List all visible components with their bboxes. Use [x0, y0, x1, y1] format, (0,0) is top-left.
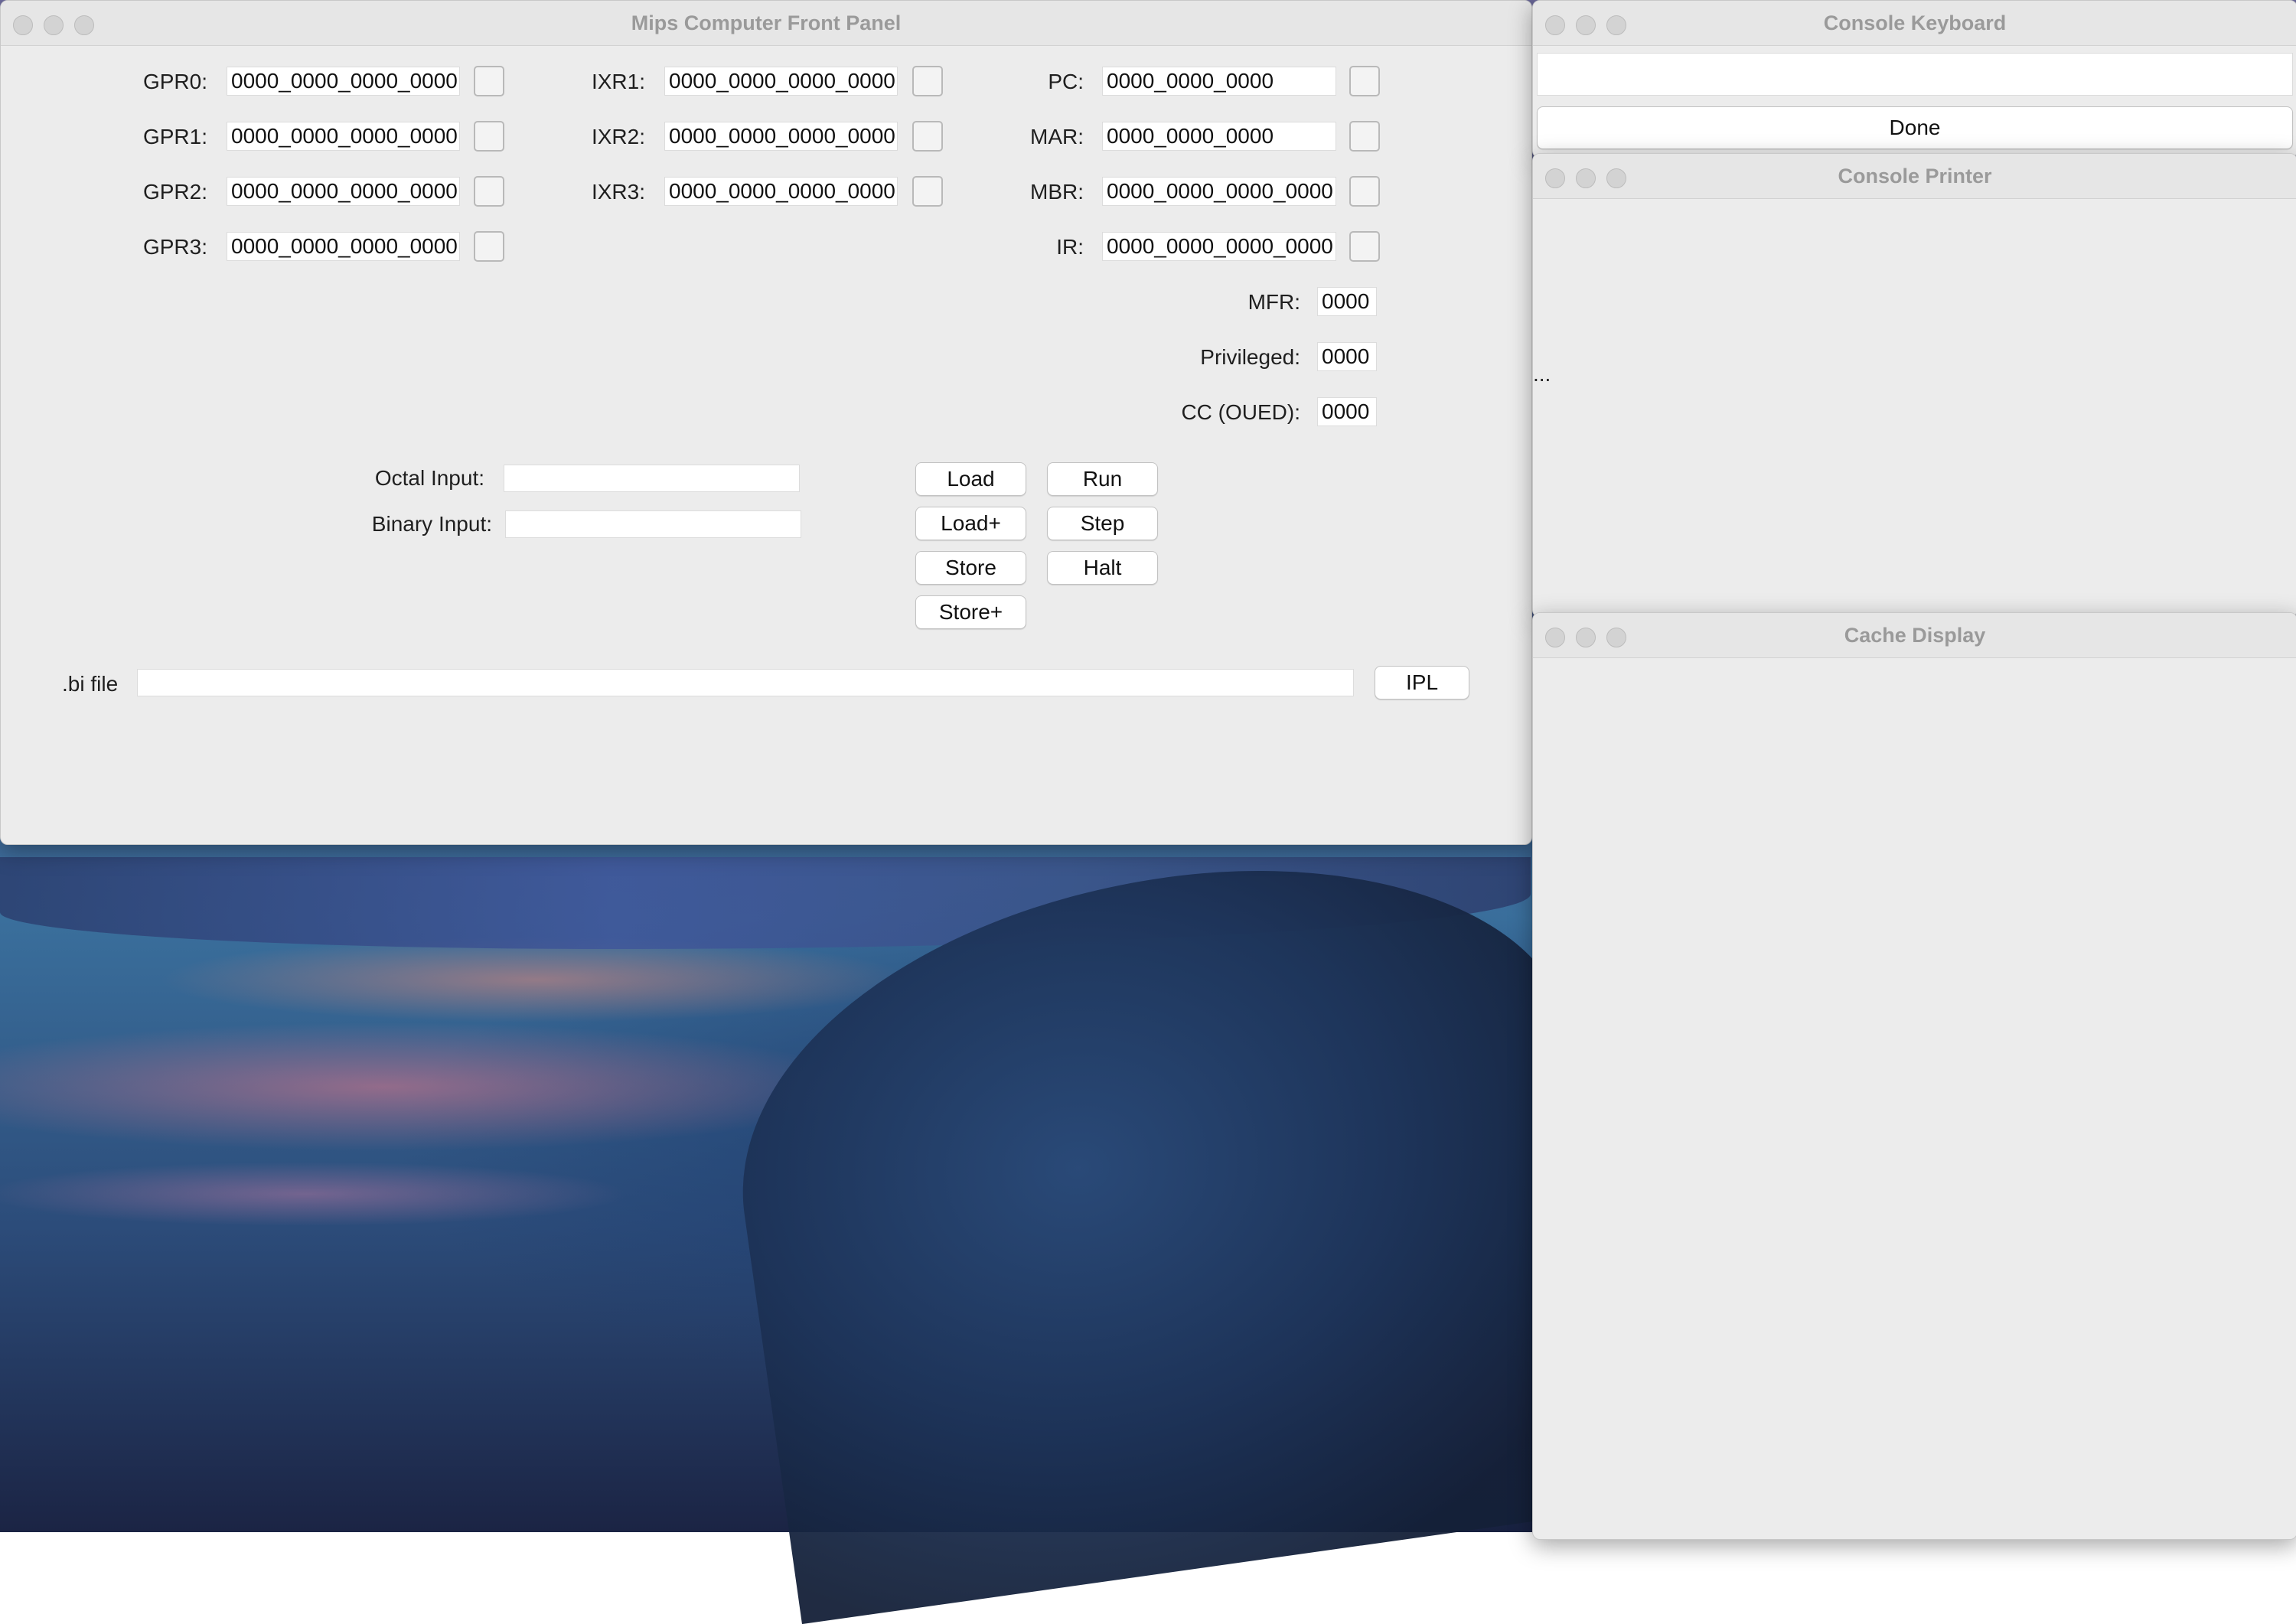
mfr-label: MFR: [1247, 290, 1300, 314]
ipl-button[interactable]: IPL [1375, 666, 1469, 699]
front-panel-window: Mips Computer Front Panel GPR0: 0000_000… [0, 0, 1532, 845]
console-printer-window: Console Printer ... [1532, 153, 2296, 618]
mar-load-checkbox[interactable] [1349, 121, 1380, 152]
gpr3-field[interactable]: 0000_0000_0000_0000 [227, 232, 460, 261]
load-button[interactable]: Load [915, 462, 1026, 496]
window-title: Console Printer [1838, 165, 1992, 188]
gpr0-load-checkbox[interactable] [474, 66, 504, 96]
mar-label: MAR: [1030, 125, 1084, 148]
mar-field[interactable]: 0000_0000_0000 [1102, 122, 1336, 151]
ixr2-load-checkbox[interactable] [912, 121, 943, 152]
load-plus-button[interactable]: Load+ [915, 507, 1026, 540]
ir-field[interactable]: 0000_0000_0000_0000 [1102, 232, 1336, 261]
pc-label: PC: [1048, 70, 1084, 93]
ixr1-label: IXR1: [591, 70, 645, 93]
window-title: Mips Computer Front Panel [631, 11, 902, 34]
ixr2-field[interactable]: 0000_0000_0000_0000 [664, 122, 898, 151]
gpr2-field[interactable]: 0000_0000_0000_0000 [227, 177, 460, 206]
window-title: Console Keyboard [1823, 11, 2007, 34]
gpr0-field[interactable]: 0000_0000_0000_0000 [227, 67, 460, 96]
gpr3-label: GPR3: [142, 235, 207, 259]
octal-input-label: Octal Input: [374, 466, 484, 490]
printer-output: ... [1533, 362, 1551, 386]
gpr1-load-checkbox[interactable] [474, 121, 504, 152]
gpr1-field[interactable]: 0000_0000_0000_0000 [227, 122, 460, 151]
gpr2-load-checkbox[interactable] [474, 176, 504, 207]
cache-display-titlebar[interactable]: Cache Display [1533, 613, 2296, 658]
ixr1-field[interactable]: 0000_0000_0000_0000 [664, 67, 898, 96]
mfr-field: 0000 [1317, 287, 1377, 316]
ir-load-checkbox[interactable] [1349, 231, 1380, 262]
run-button[interactable]: Run [1047, 462, 1158, 496]
bi-file-field[interactable] [137, 669, 1354, 696]
binary-input[interactable] [505, 510, 801, 538]
gpr2-label: GPR2: [142, 180, 207, 204]
ir-label: IR: [1056, 235, 1084, 259]
cc-label: CC (OUED): [1181, 400, 1300, 424]
gpr1-label: GPR1: [142, 125, 207, 148]
ixr1-load-checkbox[interactable] [912, 66, 943, 96]
cc-field: 0000 [1317, 397, 1377, 426]
mbr-load-checkbox[interactable] [1349, 176, 1380, 207]
gpr3-load-checkbox[interactable] [474, 231, 504, 262]
binary-input-label: Binary Input: [371, 512, 492, 536]
store-button[interactable]: Store [915, 551, 1026, 585]
done-button[interactable]: Done [1537, 106, 2293, 149]
ixr2-label: IXR2: [591, 125, 645, 148]
console-keyboard-window: Console Keyboard Done [1532, 0, 2296, 158]
octal-input[interactable] [504, 465, 800, 492]
privileged-field: 0000 [1317, 342, 1377, 371]
console-printer-titlebar[interactable]: Console Printer [1533, 154, 2296, 199]
ixr3-field[interactable]: 0000_0000_0000_0000 [664, 177, 898, 206]
window-title: Cache Display [1844, 624, 1986, 647]
mbr-label: MBR: [1030, 180, 1084, 204]
step-button[interactable]: Step [1047, 507, 1158, 540]
console-keyboard-titlebar[interactable]: Console Keyboard [1533, 1, 2296, 46]
bi-file-label: .bi file [62, 672, 119, 696]
halt-button[interactable]: Halt [1047, 551, 1158, 585]
privileged-label: Privileged: [1200, 345, 1300, 369]
front-panel-titlebar[interactable]: Mips Computer Front Panel [1, 1, 1531, 46]
store-plus-button[interactable]: Store+ [915, 595, 1026, 629]
cache-display-window: Cache Display [1532, 612, 2296, 1540]
mbr-field[interactable]: 0000_0000_0000_0000 [1102, 177, 1336, 206]
keyboard-input[interactable] [1537, 53, 2293, 96]
ixr3-label: IXR3: [591, 180, 645, 204]
pc-field[interactable]: 0000_0000_0000 [1102, 67, 1336, 96]
gpr0-label: GPR0: [142, 70, 207, 93]
ixr3-load-checkbox[interactable] [912, 176, 943, 207]
pc-load-checkbox[interactable] [1349, 66, 1380, 96]
